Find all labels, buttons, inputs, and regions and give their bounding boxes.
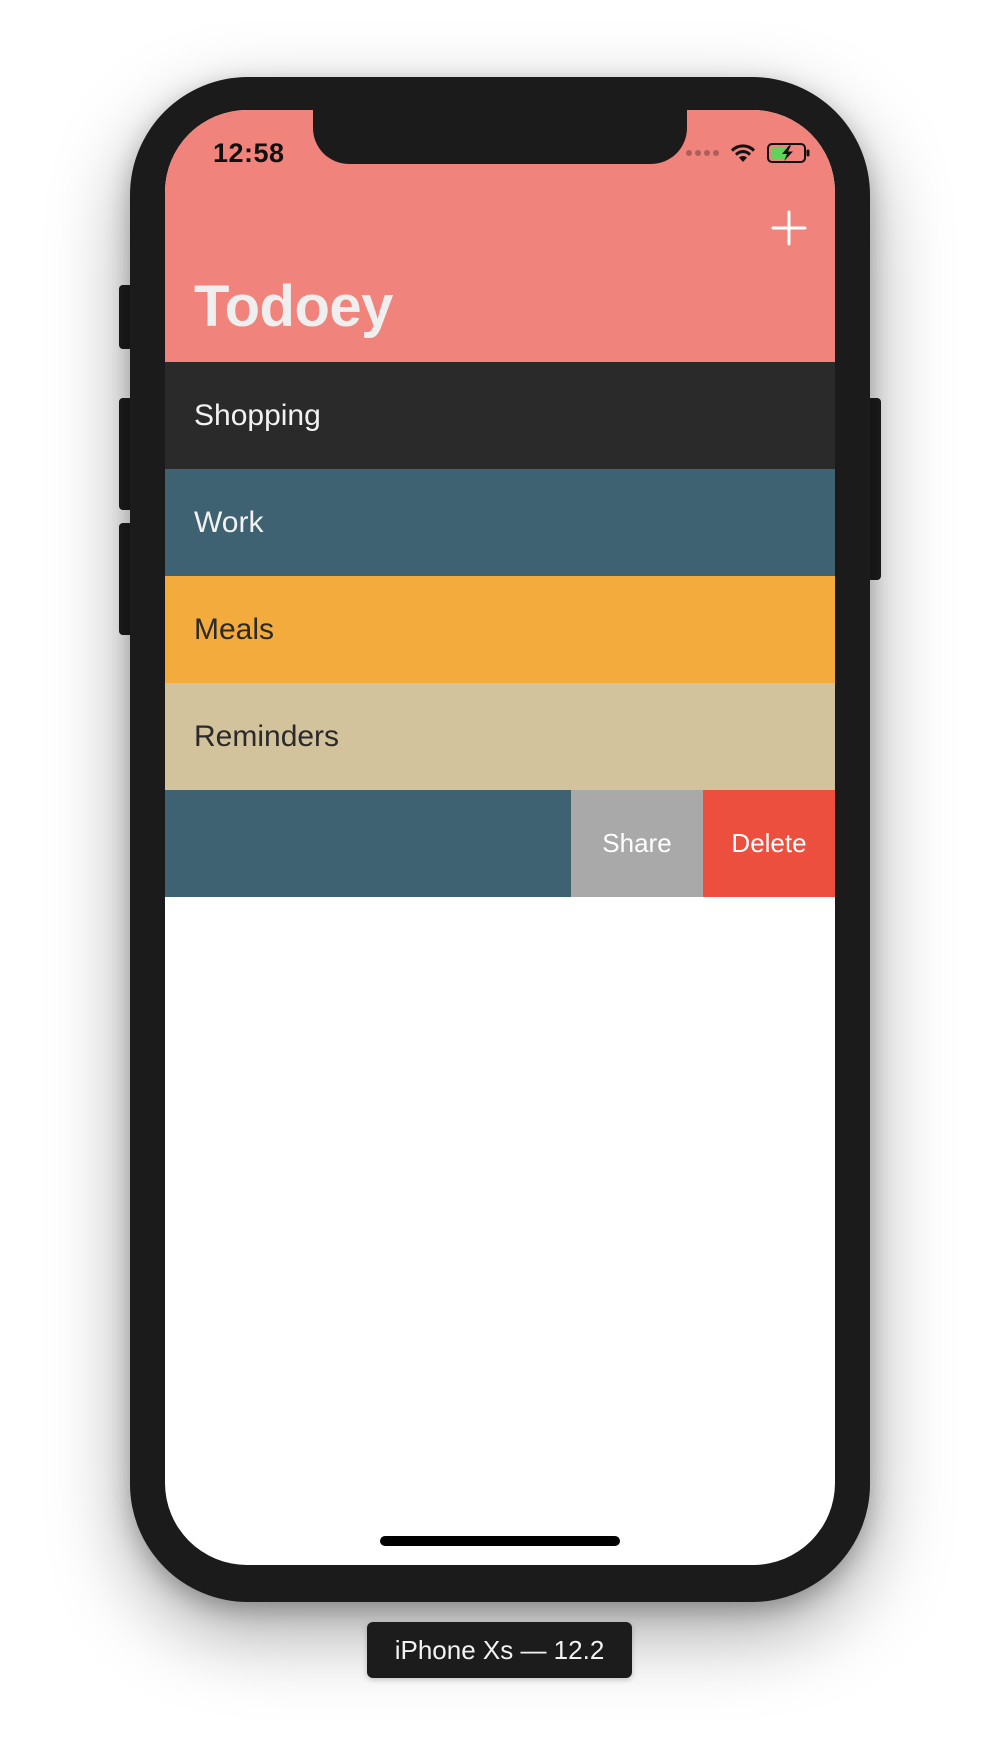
list-item-label: Work <box>194 505 264 539</box>
page-title: Todoey <box>194 274 393 339</box>
simulator-stage: 12:58 Todoey Shopping Work Meals Reminde… <box>0 0 1002 1752</box>
signal-dots-icon <box>686 150 719 156</box>
list-item[interactable]: Meals <box>165 576 835 683</box>
status-time: 12:58 <box>213 138 285 168</box>
notch <box>313 110 687 164</box>
status-icons <box>686 142 811 164</box>
category-list: Shopping Work Meals Reminders Share Dele… <box>165 362 835 897</box>
list-item-label: Shopping <box>194 398 321 432</box>
list-item-label: Reminders <box>194 719 340 753</box>
swiped-list-item[interactable]: Share Delete <box>165 790 835 897</box>
share-button[interactable]: Share <box>571 790 703 897</box>
swiped-cell-content[interactable] <box>165 790 571 897</box>
add-button[interactable] <box>769 208 809 248</box>
list-item[interactable]: Shopping <box>165 362 835 469</box>
list-item-label: Meals <box>194 612 275 646</box>
wifi-icon <box>731 144 755 162</box>
phone-screen: 12:58 Todoey Shopping Work Meals Reminde… <box>165 110 835 1565</box>
plus-icon <box>771 210 807 246</box>
share-button-label: Share <box>602 828 672 858</box>
list-item[interactable]: Reminders <box>165 683 835 790</box>
delete-button-label: Delete <box>731 828 807 858</box>
delete-button[interactable]: Delete <box>703 790 835 897</box>
battery-charging-icon <box>767 143 810 163</box>
home-indicator <box>380 1536 620 1546</box>
device-label: iPhone Xs — 12.2 <box>367 1622 632 1678</box>
list-item[interactable]: Work <box>165 469 835 576</box>
